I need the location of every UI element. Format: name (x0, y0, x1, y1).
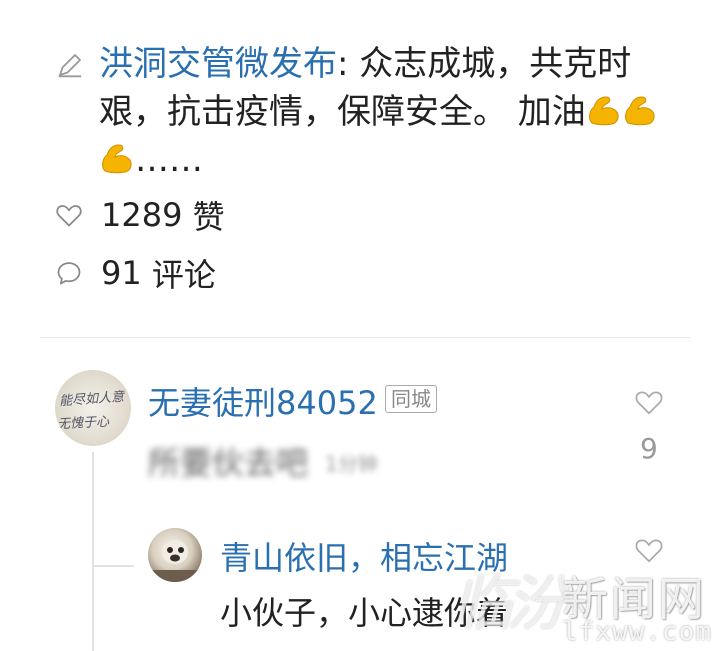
thread-connector (92, 565, 134, 567)
likes-stat[interactable]: 1289 赞 (55, 192, 225, 238)
avatar-photo-icon (148, 540, 202, 582)
avatar-handwriting-line1: 能尽如人意 (58, 389, 125, 410)
post-ellipsis: …… (135, 140, 203, 180)
comments-label: 评论 (151, 256, 216, 294)
reply-username[interactable]: 青山依旧，相忘江湖 (220, 533, 508, 579)
like-heart-icon[interactable] (634, 536, 664, 564)
comment-username[interactable]: 无妻徒刑84052 (148, 378, 378, 424)
comment-like-count: 9 (640, 432, 658, 465)
watermark-url: lfxww.com (562, 617, 712, 647)
like-heart-icon[interactable] (634, 388, 664, 416)
flexed-biceps-icon (588, 96, 619, 126)
section-divider (40, 337, 690, 338)
comment-bubble-icon (57, 262, 81, 285)
flexed-biceps-icon (102, 144, 132, 174)
post: 洪洞交管微发布: 众志成城，共克时艰，抗击疫情，保障安全。 加油…… (55, 40, 695, 184)
avatar-handwriting-line2: 无愧于心 (56, 414, 110, 433)
location-badge: 同城 (385, 385, 437, 413)
avatar[interactable]: 能尽如人意 无愧于心 (55, 370, 131, 446)
reply-text: 小伙子，小心逮你着 (220, 594, 509, 632)
post-author-link[interactable]: 洪洞交管微发布 (99, 44, 337, 84)
avatar[interactable] (148, 528, 202, 582)
comments-stat[interactable]: 91 评论 (55, 250, 216, 296)
likes-count: 1289 (101, 196, 183, 234)
comment-time-blurred: 1分钟 (325, 452, 378, 476)
post-content: 洪洞交管微发布: 众志成城，共克时艰，抗击疫情，保障安全。 加油…… (99, 40, 679, 184)
thread-line (92, 452, 94, 651)
likes-label: 赞 (192, 198, 225, 236)
comments-count: 91 (101, 254, 142, 292)
heart-icon (56, 205, 82, 227)
post-separator: : (337, 44, 360, 84)
flexed-biceps-icon (624, 96, 655, 126)
comment-text-blurred: 所要伙去吧 (148, 444, 309, 482)
watermark-title: 新闻网 (562, 572, 706, 626)
edit-icon (58, 54, 82, 78)
